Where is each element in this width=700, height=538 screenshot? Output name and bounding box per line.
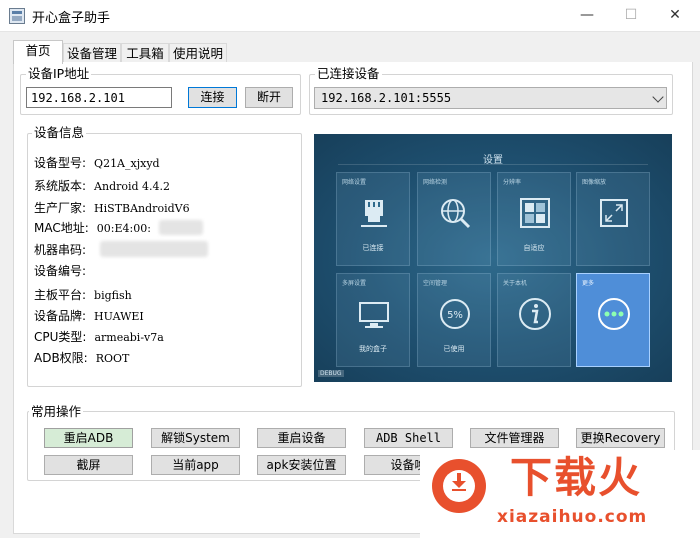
tile-bottom-label: 已使用 <box>443 345 465 353</box>
info-row-platform: 主板平台: bigfish <box>34 288 132 303</box>
info-key: MAC地址: <box>34 221 89 235</box>
tile-top-label: 图像缩放 <box>582 179 607 186</box>
tab-device-management[interactable]: 设备管理 <box>63 43 121 63</box>
file-manager-button[interactable]: 文件管理器 <box>470 428 559 448</box>
watermark-url: xiazaihuo.com <box>497 507 648 527</box>
tile-network-settings: 网络设置 已连接 <box>336 172 410 266</box>
info-row-adb: ADB权限: ROOT <box>34 351 129 366</box>
info-value: HUAWEI <box>94 310 144 323</box>
tile-top-label: 网络设置 <box>342 179 367 186</box>
info-value: armeabi-v7a <box>94 331 164 344</box>
info-row-brand: 设备品牌: HUAWEI <box>34 309 144 324</box>
ip-input[interactable]: 192.168.2.101 <box>26 87 172 108</box>
info-row-model: 设备型号: Q21A_xjxyd <box>34 156 160 171</box>
tile-more: 更多 <box>576 273 650 367</box>
info-row-manufacturer: 生产厂家: HiSTBAndroidV6 <box>34 201 190 216</box>
replace-recovery-button[interactable]: 更换Recovery <box>576 428 665 448</box>
storage-percent: 5% <box>447 310 463 321</box>
apk-install-location-button[interactable]: apk安装位置 <box>257 455 346 475</box>
info-row-cpu: CPU类型: armeabi-v7a <box>34 330 164 345</box>
redacted-serial <box>100 241 208 257</box>
device-screen-preview[interactable]: 设置 网络设置 已连接 网络检测 分辨率 自适应 图像缩放 多屏设置 我的盒子 … <box>314 134 672 382</box>
app-icon <box>9 8 25 24</box>
tile-top-label: 更多 <box>582 280 595 287</box>
info-row-mac: MAC地址: 00:E4:00: <box>34 221 151 236</box>
tile-top-label: 网络检测 <box>423 179 448 186</box>
reboot-device-button[interactable]: 重启设备 <box>257 428 346 448</box>
info-key: 机器串码: <box>34 243 87 257</box>
more-dots-icon <box>598 298 630 330</box>
resolution-grid-icon <box>520 198 550 228</box>
info-key: ADB权限: <box>34 351 88 365</box>
adb-shell-button[interactable]: ADB Shell <box>364 428 453 448</box>
tile-top-label: 分辨率 <box>503 179 522 186</box>
redacted-mac <box>159 220 203 235</box>
device-info-title: 设备信息 <box>32 125 87 140</box>
info-value: Android 4.4.2 <box>94 180 171 193</box>
connected-device-title: 已连接设备 <box>315 66 382 81</box>
watermark-brand: 下载火 <box>510 453 643 502</box>
tile-about: 关于本机 <box>497 273 571 367</box>
device-info-group <box>27 133 302 387</box>
info-key: 设备编号: <box>34 264 87 278</box>
info-key: CPU类型: <box>34 330 87 344</box>
info-key: 生产厂家: <box>34 201 87 215</box>
scale-arrows-icon <box>600 199 628 227</box>
ethernet-icon <box>361 200 387 227</box>
storage-ring-icon: 5% <box>440 299 470 329</box>
connected-device-value: 192.168.2.101:5555 <box>321 91 452 105</box>
tile-image-scale: 图像缩放 <box>576 172 650 266</box>
info-value: Q21A_xjxyd <box>94 157 160 170</box>
ip-group-title: 设备IP地址 <box>26 66 92 81</box>
info-value: ROOT <box>95 352 130 365</box>
restart-adb-button[interactable]: 重启ADB <box>44 428 133 448</box>
tab-home[interactable]: 首页 <box>13 40 63 64</box>
minimize-button[interactable]: — <box>564 0 610 30</box>
info-key: 设备品牌: <box>34 309 87 323</box>
info-row-device-id: 设备编号: <box>34 264 94 279</box>
tile-top-label: 多屏设置 <box>342 280 367 287</box>
close-button[interactable]: ✕ <box>652 0 698 30</box>
connect-button[interactable]: 连接 <box>188 87 237 108</box>
info-icon <box>519 298 551 330</box>
info-key: 系统版本: <box>34 179 87 193</box>
current-app-button[interactable]: 当前app <box>151 455 240 475</box>
info-value: bigfish <box>94 289 132 302</box>
info-key: 设备型号: <box>34 156 87 170</box>
tile-top-label: 关于本机 <box>503 280 528 287</box>
monitor-icon <box>359 302 389 328</box>
window-title: 开心盒子助手 <box>32 11 111 26</box>
tab-help[interactable]: 使用说明 <box>169 43 227 63</box>
maximize-button[interactable]: ☐ <box>608 0 654 30</box>
tile-storage: 空间管理 5% 已使用 <box>417 273 491 367</box>
operations-title: 常用操作 <box>29 404 84 419</box>
download-arrow-icon <box>452 473 466 491</box>
tile-resolution: 分辨率 自适应 <box>497 172 571 266</box>
info-row-serial: 机器串码: <box>34 243 94 258</box>
tile-top-label: 空间管理 <box>423 280 448 287</box>
globe-search-icon <box>441 199 471 229</box>
debug-tag: DEBUG <box>318 370 344 377</box>
tab-toolbox[interactable]: 工具箱 <box>121 43 169 63</box>
unlock-system-button[interactable]: 解锁System <box>151 428 240 448</box>
tile-bottom-label: 已连接 <box>362 244 384 252</box>
tile-bottom-label: 自适应 <box>523 244 545 252</box>
info-value: 00:E4:00: <box>96 222 151 235</box>
screenshot-button[interactable]: 截屏 <box>44 455 133 475</box>
tile-multiscreen: 多屏设置 我的盒子 <box>336 273 410 367</box>
info-key: 主板平台: <box>34 288 87 302</box>
disconnect-button[interactable]: 断开 <box>245 87 293 108</box>
tile-network-check: 网络检测 <box>417 172 491 266</box>
chevron-down-icon <box>652 91 664 103</box>
info-value: HiSTBAndroidV6 <box>94 202 190 215</box>
screen-divider <box>338 164 648 165</box>
info-row-os: 系统版本: Android 4.4.2 <box>34 179 170 194</box>
tile-bottom-label: 我的盒子 <box>359 345 387 353</box>
connected-device-select[interactable]: 192.168.2.101:5555 <box>314 87 667 109</box>
